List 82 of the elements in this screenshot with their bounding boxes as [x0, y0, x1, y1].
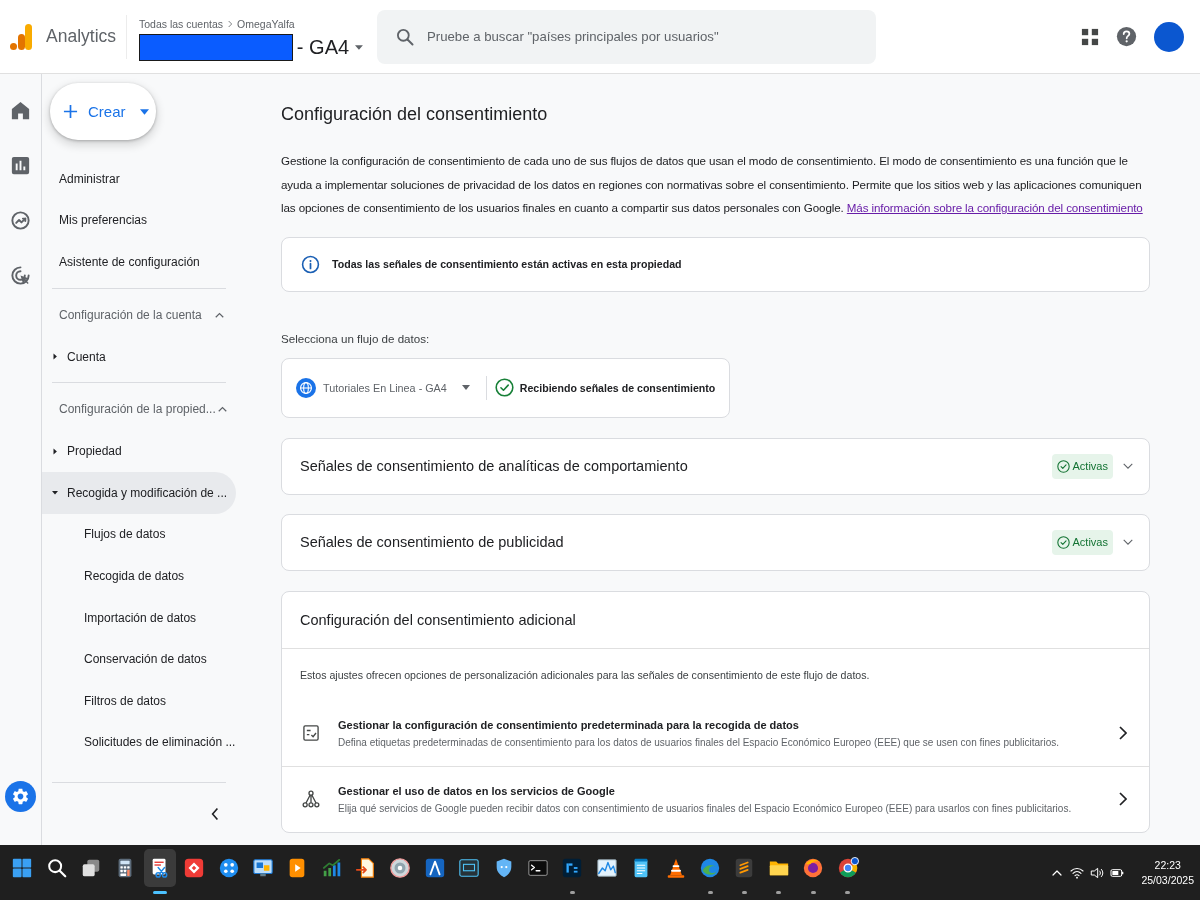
plus-icon: [63, 104, 78, 119]
trend-circle-icon[interactable]: [9, 209, 32, 232]
check-circle-icon: [1056, 535, 1070, 549]
picture-monitor-icon: [251, 857, 274, 879]
disc-icon: [389, 857, 412, 879]
learn-more-link[interactable]: Más información sobre la configuración del consentimiento: [846, 201, 1143, 214]
section-header[interactable]: Configuración de la cuenta: [42, 293, 236, 336]
nav-item[interactable]: Solicitudes de eliminación ...: [42, 721, 236, 764]
check-circle-icon: [1056, 459, 1070, 473]
breadcrumb-link[interactable]: OmegaYalfa: [237, 18, 295, 30]
search-icon: [395, 26, 415, 47]
apps-grid-icon[interactable]: [1081, 27, 1099, 46]
nav-item[interactable]: Asistente de configuración: [42, 241, 236, 283]
chevron-right-icon[interactable]: [1119, 792, 1127, 806]
card-description: Estos ajustes ofrecen opciones de personalización adicionales para las señales de consentimiento de este flujo de datos.: [299, 667, 871, 681]
nav-item[interactable]: Recogida de datos: [42, 555, 236, 597]
card-title: Configuración del consentimiento adicional: [300, 611, 576, 628]
taskbar-button[interactable]: [143, 849, 176, 887]
option-description: Defina etiquetas predeterminadas de consentimiento para los datos de usuarios finales del Espacio Económico Europeo (EEE) que se usen con fines publicitarios.: [338, 736, 1059, 748]
stream-dropdown[interactable]: Tutoriales En Linea - GA4: [296, 377, 470, 398]
bar-chart-icon[interactable]: [9, 154, 32, 177]
swirl-icon: [699, 857, 721, 879]
nav-item[interactable]: Administrar: [42, 158, 236, 200]
terminal-icon: [527, 857, 550, 879]
bars-logo-icon: [10, 22, 32, 51]
option-title[interactable]: Gestionar la configuración de consentimiento predeterminada para la recogida de datos: [338, 718, 799, 731]
intro-paragraph: Gestione la configuración de consentimiento de cada uno de sus flujos de datos que usan el modo de consentimiento. El modo de consentimiento es una función que le ayuda a implementar soluciones de privacidad de los datos en regiones con normativas sobre el consentimiento. Permite que los sitios web y las aplicaciones comuniquen las opciones de consentimiento de los usuarios finales en cuanto a compartir sus datos personales con Google. Más información sobre la configuración del consentimiento: [281, 153, 1144, 216]
stream-label: Selecciona un flujo de datos:: [281, 331, 431, 345]
caret-down-icon: [355, 45, 363, 50]
nav-item[interactable]: Importación de datos: [42, 596, 236, 639]
checklist-icon: [301, 723, 321, 743]
search-icon: [45, 857, 68, 879]
rising-chart-icon: [320, 857, 343, 879]
home-icon[interactable]: [9, 99, 32, 122]
nav-item[interactable]: Filtros de datos: [42, 679, 236, 722]
clock-time[interactable]: 22:23: [1154, 859, 1181, 871]
chevron-down-icon[interactable]: [1123, 539, 1133, 545]
page-title: Configuración del consentimiento: [281, 103, 549, 126]
clock-date[interactable]: 25/03/2025: [1141, 874, 1194, 886]
panel-title: Señales de consentimiento de analíticas de comportamiento: [300, 458, 689, 474]
globe-icon: [296, 377, 316, 398]
chevron-down-icon[interactable]: [1123, 463, 1133, 469]
diamond-arrows-icon: [183, 857, 206, 879]
monitor-icon: [458, 857, 481, 879]
breadcrumb-link[interactable]: Todas las cuentas: [139, 18, 224, 30]
dots-circle-icon: [217, 857, 240, 879]
create-button[interactable]: Crear: [50, 83, 156, 140]
nav-item[interactable]: Flujos de datos: [42, 513, 236, 556]
peak-tile-icon: [423, 857, 446, 879]
section-header[interactable]: Configuración de la propied...: [42, 388, 236, 431]
waveform-icon: [595, 857, 618, 879]
check-circle-icon: [494, 378, 514, 397]
chevron-right-icon: [226, 19, 235, 29]
option-title[interactable]: Gestionar el uso de datos en los servicios de Google: [338, 784, 615, 797]
chevron-right-icon[interactable]: [1119, 726, 1127, 740]
option-description: Elija qué servicios de Google pueden recibir datos con consentimiento de usuarios finales del Espacio Económico Europeo (EEE) para usarlos con fines publicitarios.: [338, 802, 1072, 814]
caret-down-icon: [461, 385, 470, 390]
caret-down-icon: [139, 108, 149, 115]
panel-title: Señales de consentimiento de publicidad: [300, 534, 565, 550]
nav-item[interactable]: Propiedad: [42, 430, 236, 472]
segmented-circle-icon: [836, 857, 859, 879]
nav-item[interactable]: Mis preferencias: [42, 199, 236, 242]
nav-item[interactable]: Conservación de datos: [42, 638, 236, 680]
info-icon: [301, 254, 320, 274]
settings-icon[interactable]: [5, 781, 36, 812]
status-text: Activas: [1072, 460, 1108, 472]
flame-globe-icon: [802, 857, 825, 879]
start-menu-icon: [11, 857, 34, 879]
help-icon[interactable]: [1116, 26, 1137, 47]
search-field[interactable]: Pruebe a buscar "países principales por usuarios": [377, 9, 876, 64]
nav-item[interactable]: Cuenta: [42, 335, 236, 378]
nav-item[interactable]: Recogida y modificación de ...: [42, 471, 236, 514]
branch-nodes-icon: [301, 789, 321, 809]
chevron-left-icon[interactable]: [211, 807, 219, 821]
product-name: Analytics: [46, 26, 117, 47]
stream-status: Recibiendo señales de consentimiento: [519, 381, 716, 394]
status-text: Activas: [1072, 536, 1108, 548]
avatar-icon[interactable]: [1154, 21, 1184, 52]
property-selector[interactable]: - GA4: [139, 34, 363, 61]
notice-text: Todas las señales de consentimiento están activas en esta propiedad: [332, 258, 682, 270]
cursor-target-icon[interactable]: [9, 264, 32, 287]
app-tile-icon: [561, 857, 584, 879]
